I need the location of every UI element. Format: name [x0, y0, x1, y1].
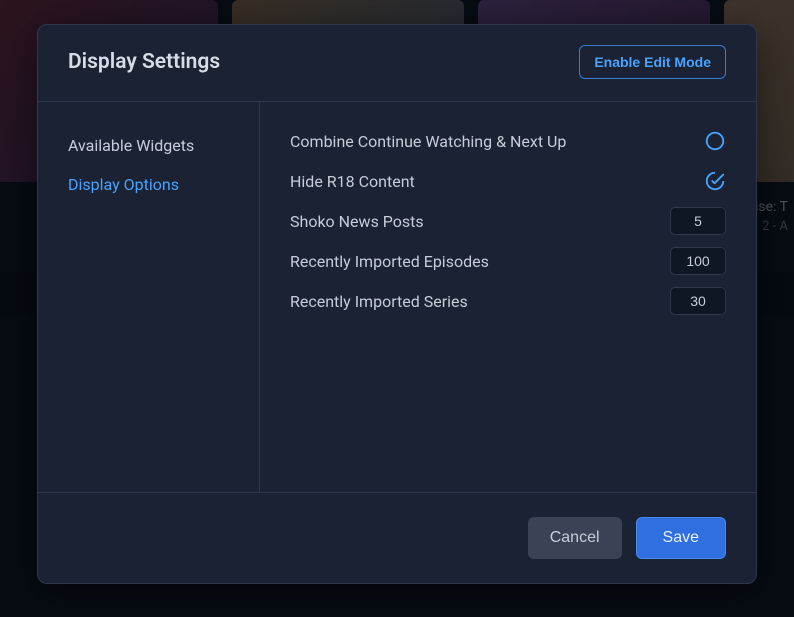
option-label: Hide R18 Content — [290, 172, 415, 191]
enable-edit-mode-button[interactable]: Enable Edit Mode — [579, 45, 726, 79]
option-row-imported-episodes: Recently Imported Episodes — [290, 246, 726, 276]
imported-series-input[interactable] — [670, 287, 726, 315]
display-settings-modal: Display Settings Enable Edit Mode Availa… — [37, 24, 757, 584]
cancel-button[interactable]: Cancel — [528, 517, 622, 559]
option-label: Combine Continue Watching & Next Up — [290, 132, 566, 151]
save-button[interactable]: Save — [636, 517, 726, 559]
imported-episodes-input[interactable] — [670, 247, 726, 275]
sidebar-item-available-widgets[interactable]: Available Widgets — [38, 126, 259, 165]
modal-footer: Cancel Save — [38, 493, 756, 583]
circle-checked-icon[interactable] — [704, 170, 726, 192]
circle-unchecked-icon[interactable] — [704, 130, 726, 152]
news-posts-input[interactable] — [670, 207, 726, 235]
option-label: Shoko News Posts — [290, 212, 424, 231]
option-row-news-posts: Shoko News Posts — [290, 206, 726, 236]
settings-content: Combine Continue Watching & Next Up Hide… — [260, 102, 756, 492]
settings-sidebar: Available Widgets Display Options — [38, 102, 260, 492]
option-label: Recently Imported Episodes — [290, 252, 489, 271]
modal-title: Display Settings — [68, 50, 220, 74]
option-row-hide-r18: Hide R18 Content — [290, 166, 726, 196]
sidebar-item-display-options[interactable]: Display Options — [38, 165, 259, 204]
modal-header: Display Settings Enable Edit Mode — [38, 25, 756, 101]
option-label: Recently Imported Series — [290, 292, 468, 311]
sidebar-item-label: Display Options — [68, 175, 179, 194]
option-row-imported-series: Recently Imported Series — [290, 286, 726, 316]
sidebar-item-label: Available Widgets — [68, 136, 194, 155]
modal-body: Available Widgets Display Options Combin… — [38, 101, 756, 493]
option-row-combine: Combine Continue Watching & Next Up — [290, 126, 726, 156]
